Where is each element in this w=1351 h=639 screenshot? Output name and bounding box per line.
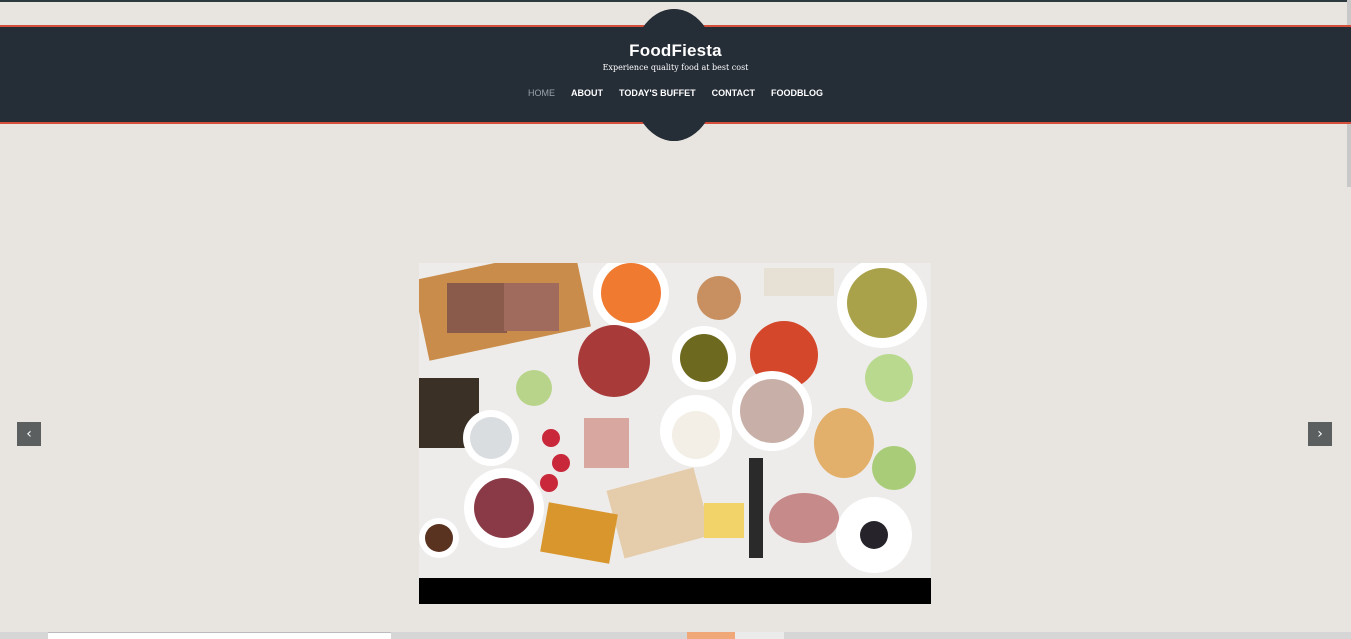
slider-prev-button[interactable]: ‹ [17,422,41,446]
slider-next-button[interactable]: › [1308,422,1332,446]
slider-caption-bar [419,578,931,604]
nav-item-todays-buffet[interactable]: TODAY'S BUFFET [619,88,696,98]
food-platter-illustration [419,263,931,578]
nav-item-foodblog[interactable]: FOODBLOG [771,88,823,98]
chevron-right-icon: › [1317,426,1323,442]
main-navigation: HOME ABOUT TODAY'S BUFFET CONTACT FOODBL… [0,88,1351,98]
chevron-left-icon: ‹ [26,426,32,442]
taskbar-search-field[interactable] [48,632,391,639]
slider-image-food-platter [419,263,931,604]
top-border-line [0,0,1351,2]
nav-item-contact[interactable]: CONTACT [712,88,755,98]
taskbar-active-app[interactable] [687,632,735,639]
nav-item-about[interactable]: ABOUT [571,88,603,98]
taskbar-strip [0,632,1351,639]
site-tagline: Experience quality food at best cost [602,63,749,72]
taskbar-app[interactable] [735,632,784,639]
site-title[interactable]: FoodFiesta [0,41,1351,61]
header-emblem-circle-overlay [629,9,719,141]
nav-item-home[interactable]: HOME [528,88,555,98]
